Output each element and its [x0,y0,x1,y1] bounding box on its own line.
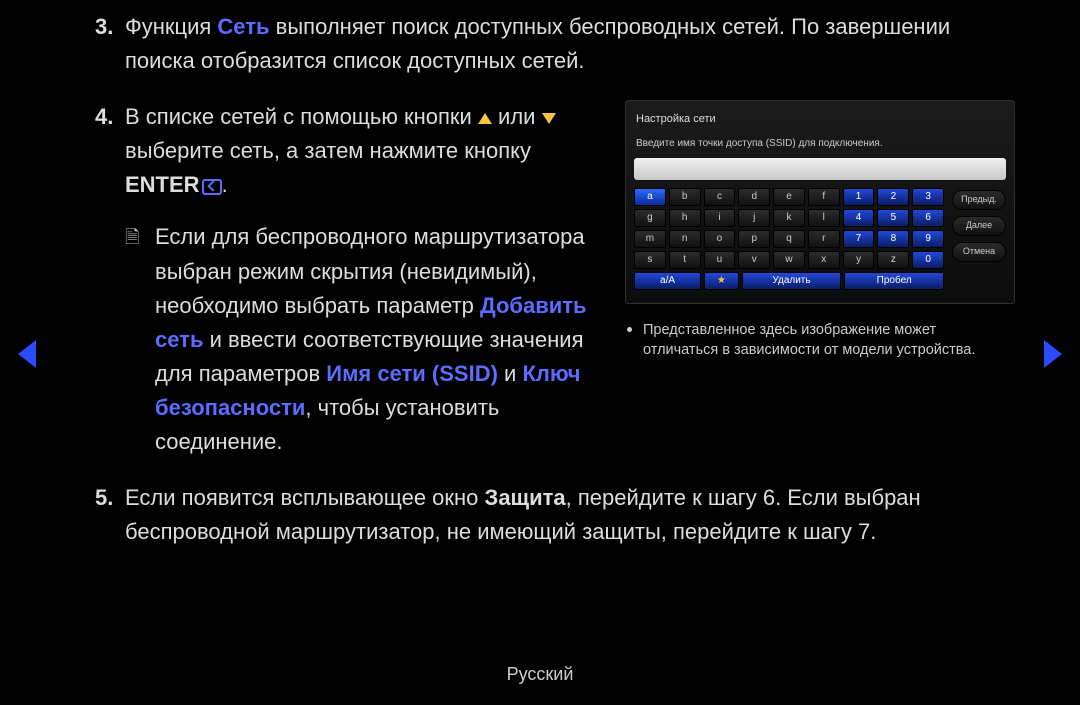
key-z[interactable]: z [877,251,909,269]
image-caption: Представленное здесь изображение может о… [625,320,1015,361]
key-w[interactable]: w [773,251,805,269]
osk-title: Настройка сети [636,111,1006,128]
step-4-dot: . [222,172,228,197]
key-s[interactable]: s [634,251,666,269]
key-k[interactable]: k [773,209,805,227]
nav-next-arrow[interactable] [1044,340,1062,368]
key-h[interactable]: h [669,209,701,227]
caption-text: Представленное здесь изображение может о… [643,322,975,358]
key-5[interactable]: 5 [877,209,909,227]
key-t[interactable]: t [669,251,701,269]
step-4-num: 4. [95,100,113,134]
up-arrow-icon [478,113,492,124]
osk-hint: Введите имя точки доступа (SSID) для под… [636,136,1004,152]
step-4-text-c: выберите сеть, а затем нажмите кнопку [125,138,531,163]
osk-cancel-button[interactable]: Отмена [952,242,1006,262]
key-g[interactable]: g [634,209,666,227]
key-c[interactable]: c [704,188,736,206]
step-4: 4. В списке сетей с помощью кнопки или в… [95,100,1015,459]
key-a[interactable]: a [634,188,666,206]
key-m[interactable]: m [634,230,666,248]
key-6[interactable]: 6 [912,209,944,227]
star-icon: ★ [717,273,726,289]
key-l[interactable]: l [808,209,840,227]
key-star[interactable]: ★ [704,272,739,290]
note-h2: Имя сети (SSID) [326,361,498,386]
key-7[interactable]: 7 [843,230,875,248]
osk-prev-button[interactable]: Предыд. [952,190,1006,210]
step-5-num: 5. [95,481,113,515]
key-f[interactable]: f [808,188,840,206]
key-j[interactable]: j [738,209,770,227]
key-o[interactable]: o [704,230,736,248]
osk-panel: Настройка сети Введите имя точки доступа… [625,100,1015,304]
key-2[interactable]: 2 [877,188,909,206]
enter-label: ENTER [125,172,200,197]
osk-keys: a b c d e f 1 2 3 [634,188,944,293]
step-4-text-b: или [492,104,542,129]
step-3: 3. Функция Сеть выполняет поиск доступны… [95,10,1015,78]
key-q[interactable]: q [773,230,805,248]
nav-prev-arrow[interactable] [18,340,36,368]
key-r[interactable]: r [808,230,840,248]
key-i[interactable]: i [704,209,736,227]
footer-language: Русский [0,664,1080,685]
step-5: 5. Если появится всплывающее окно Защита… [95,481,1015,549]
key-b[interactable]: b [669,188,701,206]
key-0[interactable]: 0 [912,251,944,269]
step-4-text-a: В списке сетей с помощью кнопки [125,104,478,129]
key-9[interactable]: 9 [912,230,944,248]
step-4-note: 🗎 Если для беспроводного маршрутизатора … [125,220,607,459]
key-1[interactable]: 1 [843,188,875,206]
step-3-text-a: Функция [125,14,217,39]
note-icon: 🗎 [125,224,139,252]
key-delete[interactable]: Удалить [742,272,842,290]
key-d[interactable]: d [738,188,770,206]
down-arrow-icon [542,113,556,124]
step-3-highlight: Сеть [217,14,269,39]
step-3-num: 3. [95,10,113,44]
key-4[interactable]: 4 [843,209,875,227]
key-v[interactable]: v [738,251,770,269]
osk-next-button[interactable]: Далее [952,216,1006,236]
osk-input-field[interactable] [634,158,1006,180]
key-n[interactable]: n [669,230,701,248]
step-5-p1: Если появится всплывающее окно [125,485,485,510]
key-case[interactable]: a/A [634,272,701,290]
step-5-h1: Защита [485,485,566,510]
key-x[interactable]: x [808,251,840,269]
key-8[interactable]: 8 [877,230,909,248]
note-p3: и [498,361,523,386]
key-3[interactable]: 3 [912,188,944,206]
key-y[interactable]: y [843,251,875,269]
bullet-icon [627,327,632,332]
enter-icon [202,179,222,195]
key-u[interactable]: u [704,251,736,269]
key-e[interactable]: e [773,188,805,206]
key-space[interactable]: Пробел [844,272,944,290]
key-p[interactable]: p [738,230,770,248]
